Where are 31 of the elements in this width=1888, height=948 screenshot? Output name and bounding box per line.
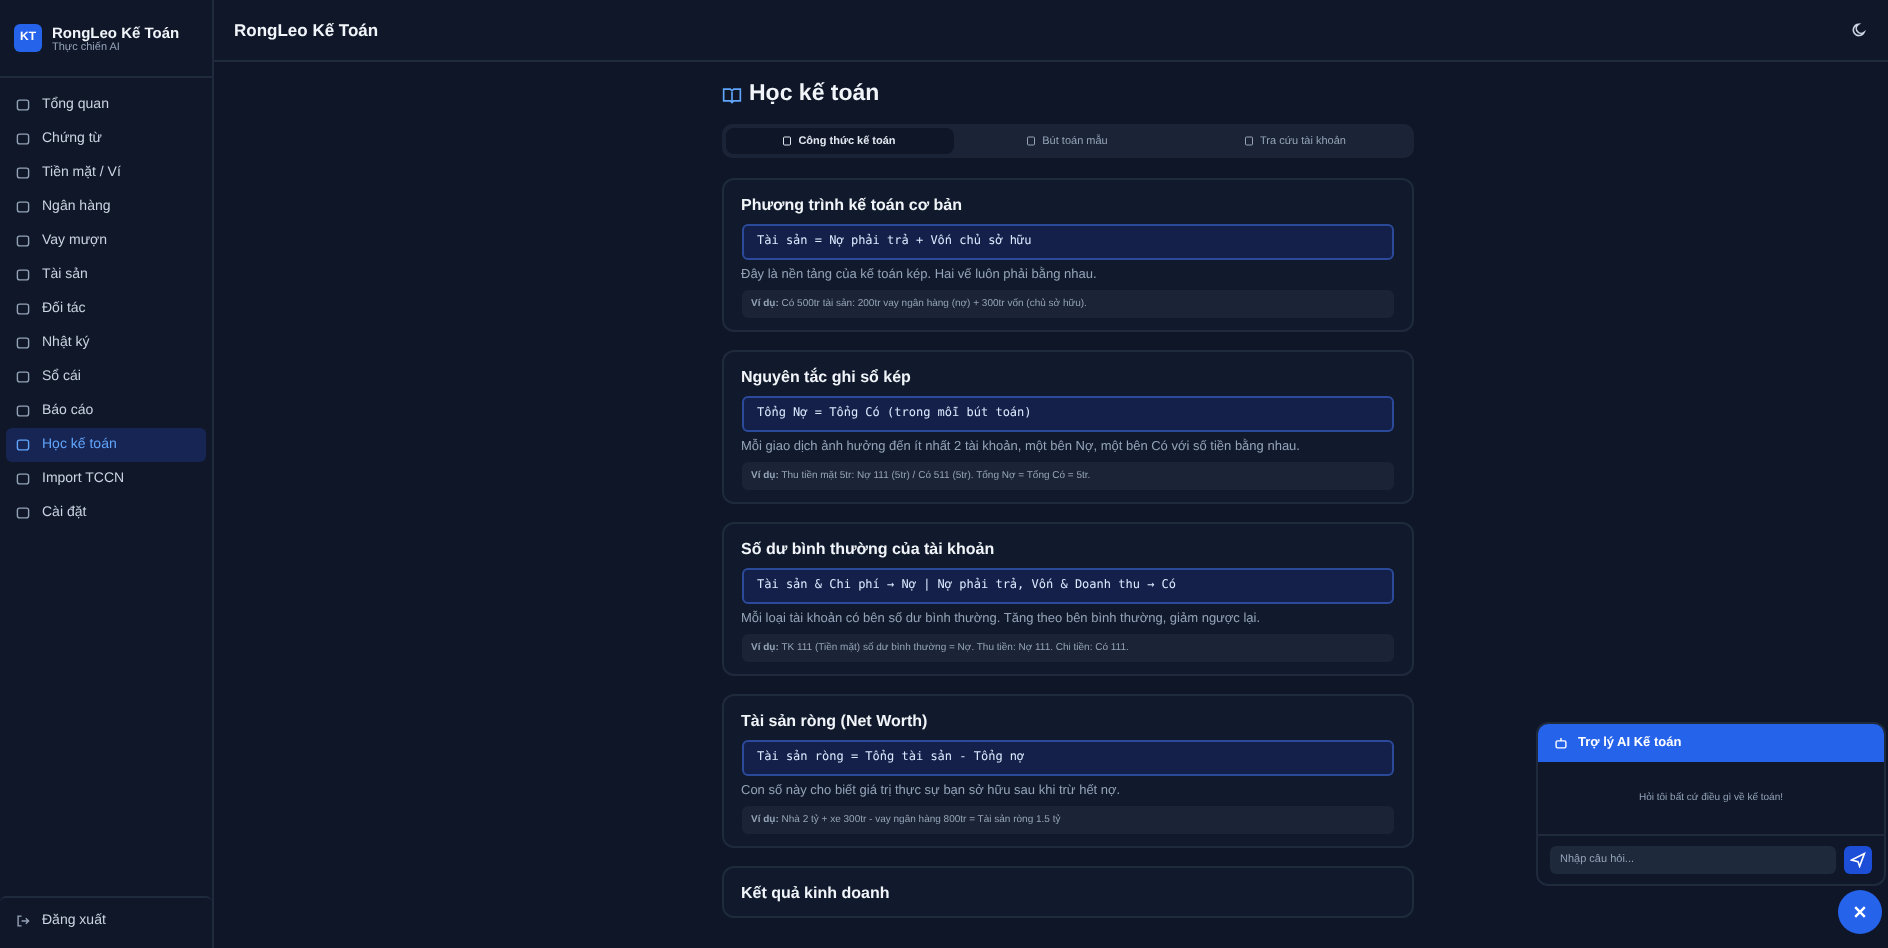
square-icon [16, 268, 30, 282]
card-title: Số dư bình thường của tài khoản [741, 540, 997, 560]
card-title: Tài sản ròng (Net Worth) [741, 712, 930, 732]
send-icon [1850, 852, 1866, 868]
document-icon [1244, 136, 1255, 146]
square-icon [16, 336, 30, 350]
page-title: Học kế toán [749, 82, 880, 106]
square-icon [16, 200, 30, 214]
robot-icon [1554, 736, 1568, 750]
document-icon [782, 136, 793, 146]
square-icon [16, 302, 30, 316]
logout-icon [16, 913, 30, 927]
square-icon [16, 438, 30, 452]
card-title: Kết quả kinh doanh [741, 884, 892, 904]
square-icon [16, 98, 30, 112]
close-icon [1852, 904, 1868, 920]
close-button[interactable] [1838, 890, 1882, 934]
square-icon [16, 370, 30, 384]
moon-icon[interactable] [1852, 22, 1868, 38]
square-icon [16, 404, 30, 418]
square-icon [16, 506, 30, 520]
square-icon [16, 132, 30, 146]
card-title: Phương trình kế toán cơ bản [741, 196, 965, 216]
send-button[interactable] [1844, 846, 1872, 874]
document-icon [1026, 136, 1037, 146]
topbar-title: RongLeo Kế Toán [234, 20, 379, 40]
square-icon [16, 234, 30, 248]
card-title: Nguyên tắc ghi sổ kép [741, 368, 913, 388]
square-icon [16, 166, 30, 180]
square-icon [16, 472, 30, 486]
book-icon [721, 85, 741, 103]
